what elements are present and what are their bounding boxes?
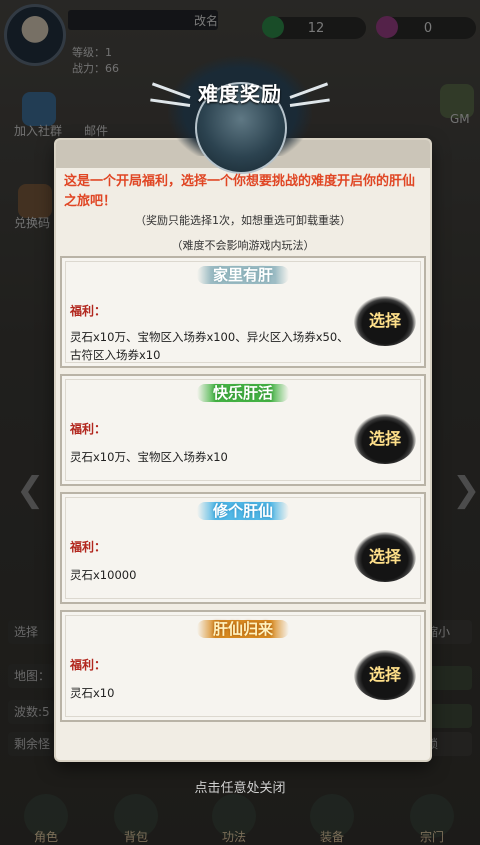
reward-text: 灵石x10万、宝物区入场券x100、异火区入场券x50、古符区入场券x10 — [70, 330, 349, 362]
difficulty-option-4: 肝仙归来 福利： 灵石x10 选择 — [60, 610, 426, 722]
select-button[interactable]: 选择 — [354, 650, 416, 700]
modal-note-1: （奖励只能选择1次，如想重选可卸载重装） — [135, 214, 351, 227]
difficulty-title: 快乐肝活 — [62, 382, 424, 403]
difficulty-title: 肝仙归来 — [62, 618, 424, 639]
modal-title: 难度奖励 — [198, 82, 282, 106]
benefit-label: 福利： — [70, 304, 107, 318]
select-button[interactable]: 选择 — [354, 296, 416, 346]
select-button[interactable]: 选择 — [354, 532, 416, 582]
reward-text: 灵石x10万、宝物区入场券x10 — [70, 450, 228, 464]
difficulty-title: 家里有肝 — [62, 264, 424, 285]
modal-intro: 这是一个开局福利，选择一个你想要挑战的难度开启你的肝仙之旅吧！ — [64, 174, 416, 209]
select-button[interactable]: 选择 — [354, 414, 416, 464]
reward-text: 灵石x10000 — [70, 568, 137, 582]
difficulty-option-2: 快乐肝活 福利： 灵石x10万、宝物区入场券x10 选择 — [60, 374, 426, 486]
benefit-label: 福利： — [70, 422, 107, 436]
difficulty-option-3: 修个肝仙 福利： 灵石x10000 选择 — [60, 492, 426, 604]
modal-note-2: （难度不会影响游戏内玩法） — [171, 239, 315, 252]
close-hint[interactable]: 点击任意处关闭 — [0, 777, 480, 796]
benefit-label: 福利： — [70, 658, 107, 672]
reward-text: 灵石x10 — [70, 686, 115, 700]
difficulty-option-1: 家里有肝 福利： 灵石x10万、宝物区入场券x100、异火区入场券x50、古符区… — [60, 256, 426, 368]
difficulty-title: 修个肝仙 — [62, 500, 424, 521]
benefit-label: 福利： — [70, 540, 107, 554]
